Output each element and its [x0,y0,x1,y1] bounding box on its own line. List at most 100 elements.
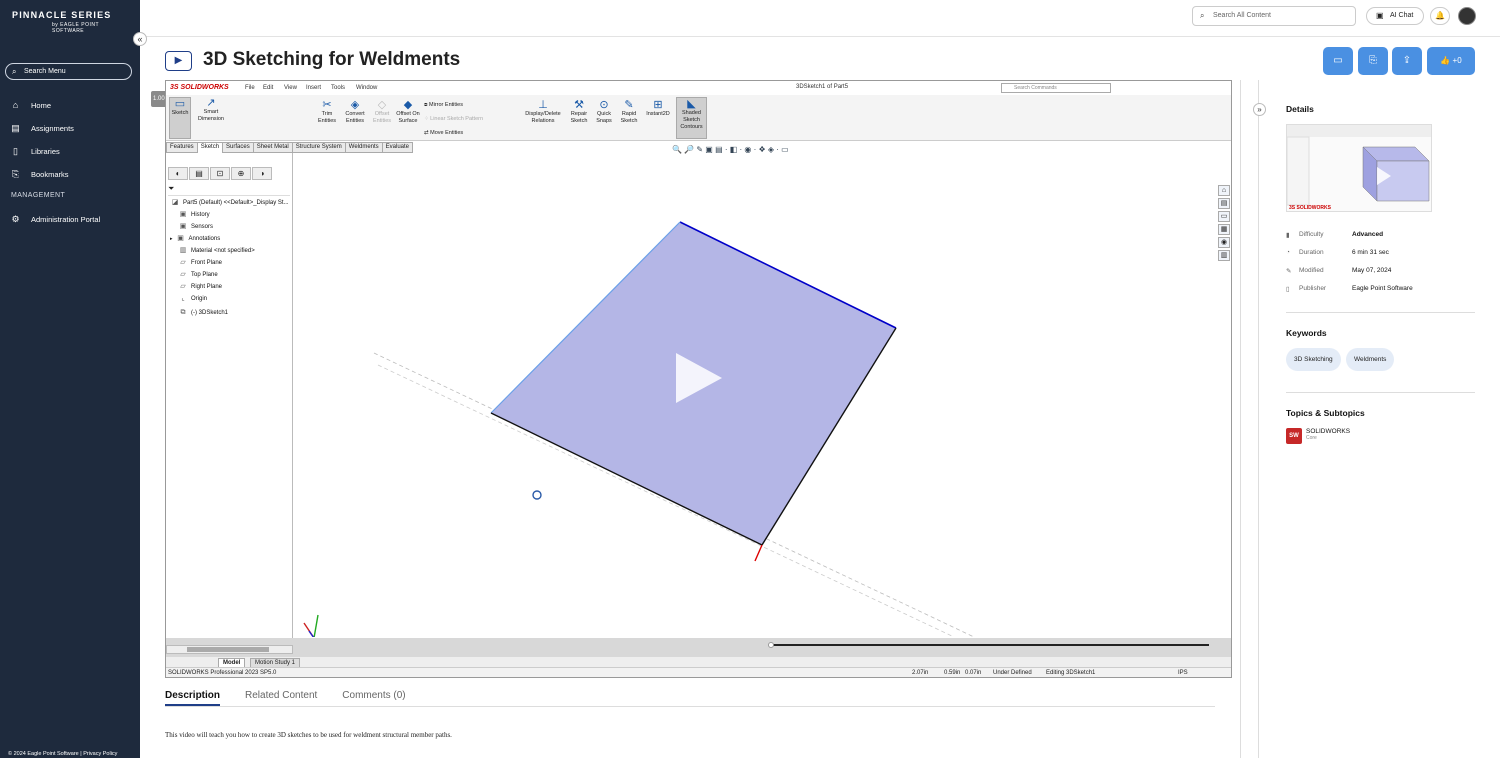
sidebar-item-home[interactable]: ⌂ Home [10,100,51,110]
rb-repair: ⚒ Repair Sketch [568,99,590,125]
like-button[interactable]: 👍 +0 [1427,47,1475,75]
sw-command-tabs: Features Sketch Surfaces Sheet Metal Str… [166,142,414,153]
rb-sketch-label: Sketch [171,110,189,116]
video-progress-handle[interactable] [768,642,774,648]
rb-smart-dimension-label: Smart Dimension [198,109,224,122]
detail-key: Publisher [1299,285,1327,292]
trim-icon: ✂ [322,99,332,111]
topics-heading: Topics & Subtopics [1286,408,1365,418]
sw-status-bar: SOLIDWORKS Professional 2023 SP5.0 2.07i… [166,667,1231,677]
feature-manager-icon: ◐ [168,167,188,180]
relations-icon: ⊥ [538,99,548,111]
rb-offset: ◇ Offset Entities [370,99,394,125]
rb-convert: ◈ Convert Entities [342,99,368,125]
tree-item-label: Annotations [188,236,221,242]
share-button[interactable]: ⇪ [1392,47,1422,75]
tree-item-label: Top Plane [191,272,218,278]
rb-linear-label: Linear Sketch Pattern [430,116,484,122]
sw-menubar: 3S SOLIDWORKS File Edit View Insert Tool… [166,81,1231,95]
display-manager-icon: ◑ [252,167,272,180]
video-thumbnail[interactable]: 3S SOLIDWORKS [1286,124,1432,212]
topic-name: SOLIDWORKS [1306,428,1351,435]
solidworks-logo: 3S SOLIDWORKS [170,84,229,91]
sw-tab-structure: Structure System [292,142,346,153]
property-manager-icon: ▤ [189,167,209,180]
sidebar-item-label: Bookmarks [31,170,69,179]
video-progress-bar[interactable] [772,644,1209,646]
main-scrollbar[interactable] [1240,80,1241,758]
triad-z [308,630,315,637]
convert-icon: ◈ [350,99,360,111]
content-tabs: Description Related Content Comments (0) [165,690,431,706]
expand-icon: ▸ [170,236,173,242]
keyword-chip[interactable]: Weldments [1346,348,1395,371]
axis-red [754,544,763,562]
tab-comments[interactable]: Comments (0) [342,690,405,706]
tree-scrollbar[interactable] [166,645,293,654]
bookmark-button[interactable]: ⎘ [1358,47,1388,75]
rb-convert-label: Convert Entities [345,111,365,124]
tab-related-content[interactable]: Related Content [245,690,317,706]
rb-linear-pattern: ⁘ Linear Sketch Pattern [424,116,484,122]
solidworks-icon: SW [1286,428,1302,444]
status-editing: Editing 3DSketch1 [1046,670,1096,676]
ai-chat-label: AI Chat [1390,12,1414,19]
book-icon: ▯ [1286,286,1290,293]
sw-tab-surfaces: Surfaces [223,142,254,153]
origin-icon: ⌞ [181,295,185,302]
collapse-sidebar-button[interactable]: « [133,32,147,46]
topic-item[interactable]: SW SOLIDWORKS Core [1286,428,1350,444]
collapse-panel-button[interactable]: » [1253,103,1266,116]
sidebar-item-libraries[interactable]: ▯ Libraries [10,146,60,157]
rb-mirror: ⧈ Mirror Entities [424,102,463,108]
tree-item-label: Part5 (Default) <<Default>_Display St... [183,200,289,206]
status-y: 0.59in [944,670,961,676]
keyword-chip[interactable]: 3D Sketching [1286,348,1341,371]
home-view-icon: ⌂ [1218,185,1230,196]
tree-item-label: Front Plane [191,260,223,266]
sidebar-item-admin[interactable]: ⚙ Administration Portal [10,214,100,225]
sidebar-item-assignments[interactable]: ▤ Assignments [10,123,74,134]
search-menu-input[interactable]: ⌕ Search Menu [5,63,132,80]
sidebar: PINNACLE SERIES by EAGLE POINT SOFTWARE … [0,0,140,758]
detail-key: Duration [1299,249,1324,256]
footer-text[interactable]: © 2024 Eagle Point Software | Privacy Po… [8,751,117,757]
search-placeholder: Search All Content [1213,12,1271,19]
brand-logo[interactable]: PINNACLE SERIES by EAGLE POINT SOFTWARE [12,10,132,34]
rb-display-relations: ⊥ Display/Delete Relations [521,99,565,125]
status-product: SOLIDWORKS Professional 2023 SP5.0 [168,670,277,676]
notes-button[interactable]: ▭ [1323,47,1353,75]
tree-item: ◪ Part5 (Default) <<Default>_Display St..… [170,199,289,207]
like-count: +0 [1452,56,1462,65]
play-button[interactable] [676,353,722,403]
rb-repair-label: Repair Sketch [570,111,588,124]
ai-chat-button[interactable]: ▣ AI Chat [1366,7,1424,25]
rb-offset-label: Offset Entities [372,111,392,124]
bell-icon[interactable]: 🔔 [1430,7,1450,25]
sidebar-item-bookmarks[interactable]: ⎘ Bookmarks [10,169,69,180]
divider [140,36,1500,37]
detail-value: Eagle Point Software [1352,285,1413,292]
search-menu-label: Search Menu [24,68,66,75]
rb-quick-label: Quick Snaps [596,111,612,124]
instant-icon: ⊞ [653,99,663,111]
video-player[interactable]: 3S SOLIDWORKS File Edit View Insert Tool… [165,80,1232,678]
detail-key: Difficulty [1299,231,1324,238]
sidebar-item-label: Administration Portal [31,215,101,224]
avatar[interactable] [1458,7,1476,25]
keywords-heading: Keywords [1286,328,1327,338]
plane-icon: ▱ [180,259,186,266]
filter-icon: ⏷ [168,184,290,196]
sidebar-item-label: Libraries [31,147,60,156]
tree-item-label: History [191,212,210,218]
dimension-icon: ↗ [206,97,216,109]
appearance-icon: ◉ [1218,237,1230,248]
tab-description[interactable]: Description [165,690,221,706]
global-search-input[interactable]: ⌕ Search All Content [1192,6,1356,26]
bar-chart-icon: ▮ [1286,232,1290,239]
tree-toolbar: ◐ ▤ ⊡ ⊕ ◑ [168,167,292,181]
sidebar-item-label: Assignments [31,124,74,133]
repair-icon: ⚒ [574,99,584,111]
rb-move: ⇄ Move Entities [424,130,464,136]
config-manager-icon: ⊡ [210,167,230,180]
